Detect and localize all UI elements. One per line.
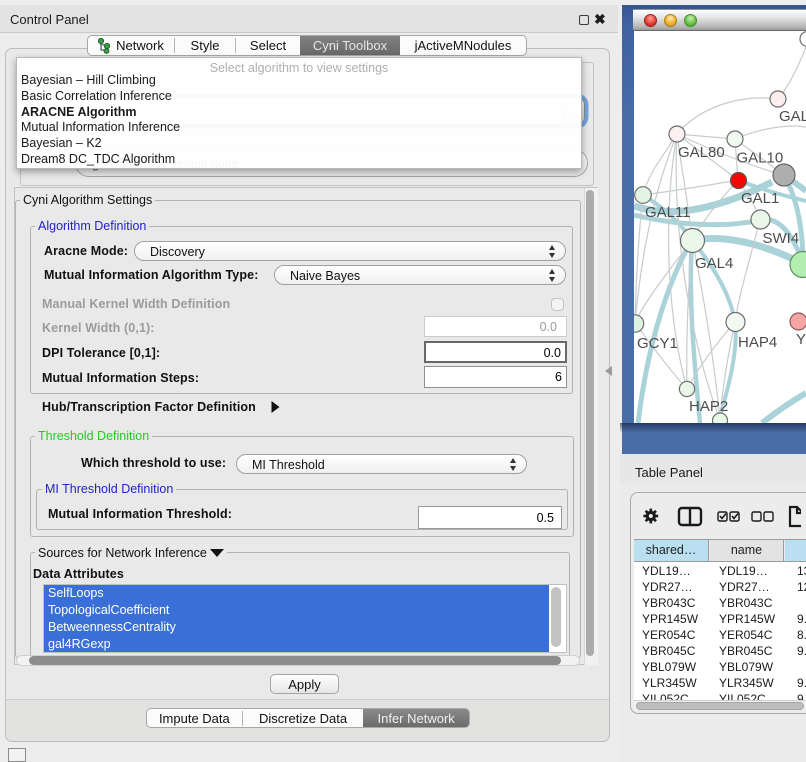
svg-text:Y: Y — [796, 331, 806, 348]
svg-text:HAP2: HAP2 — [689, 398, 728, 415]
svg-text:SWI4: SWI4 — [763, 230, 800, 247]
svg-text:GCY1: GCY1 — [637, 335, 678, 352]
svg-text:GAL10: GAL10 — [737, 150, 784, 167]
svg-text:GAL1: GAL1 — [741, 190, 779, 207]
svg-text:GAL2: GAL2 — [779, 108, 806, 125]
svg-text:GAL4: GAL4 — [695, 255, 733, 272]
svg-text:HAP4: HAP4 — [738, 334, 777, 351]
svg-text:GAL11: GAL11 — [645, 204, 691, 221]
svg-text:GAL80: GAL80 — [678, 144, 725, 161]
